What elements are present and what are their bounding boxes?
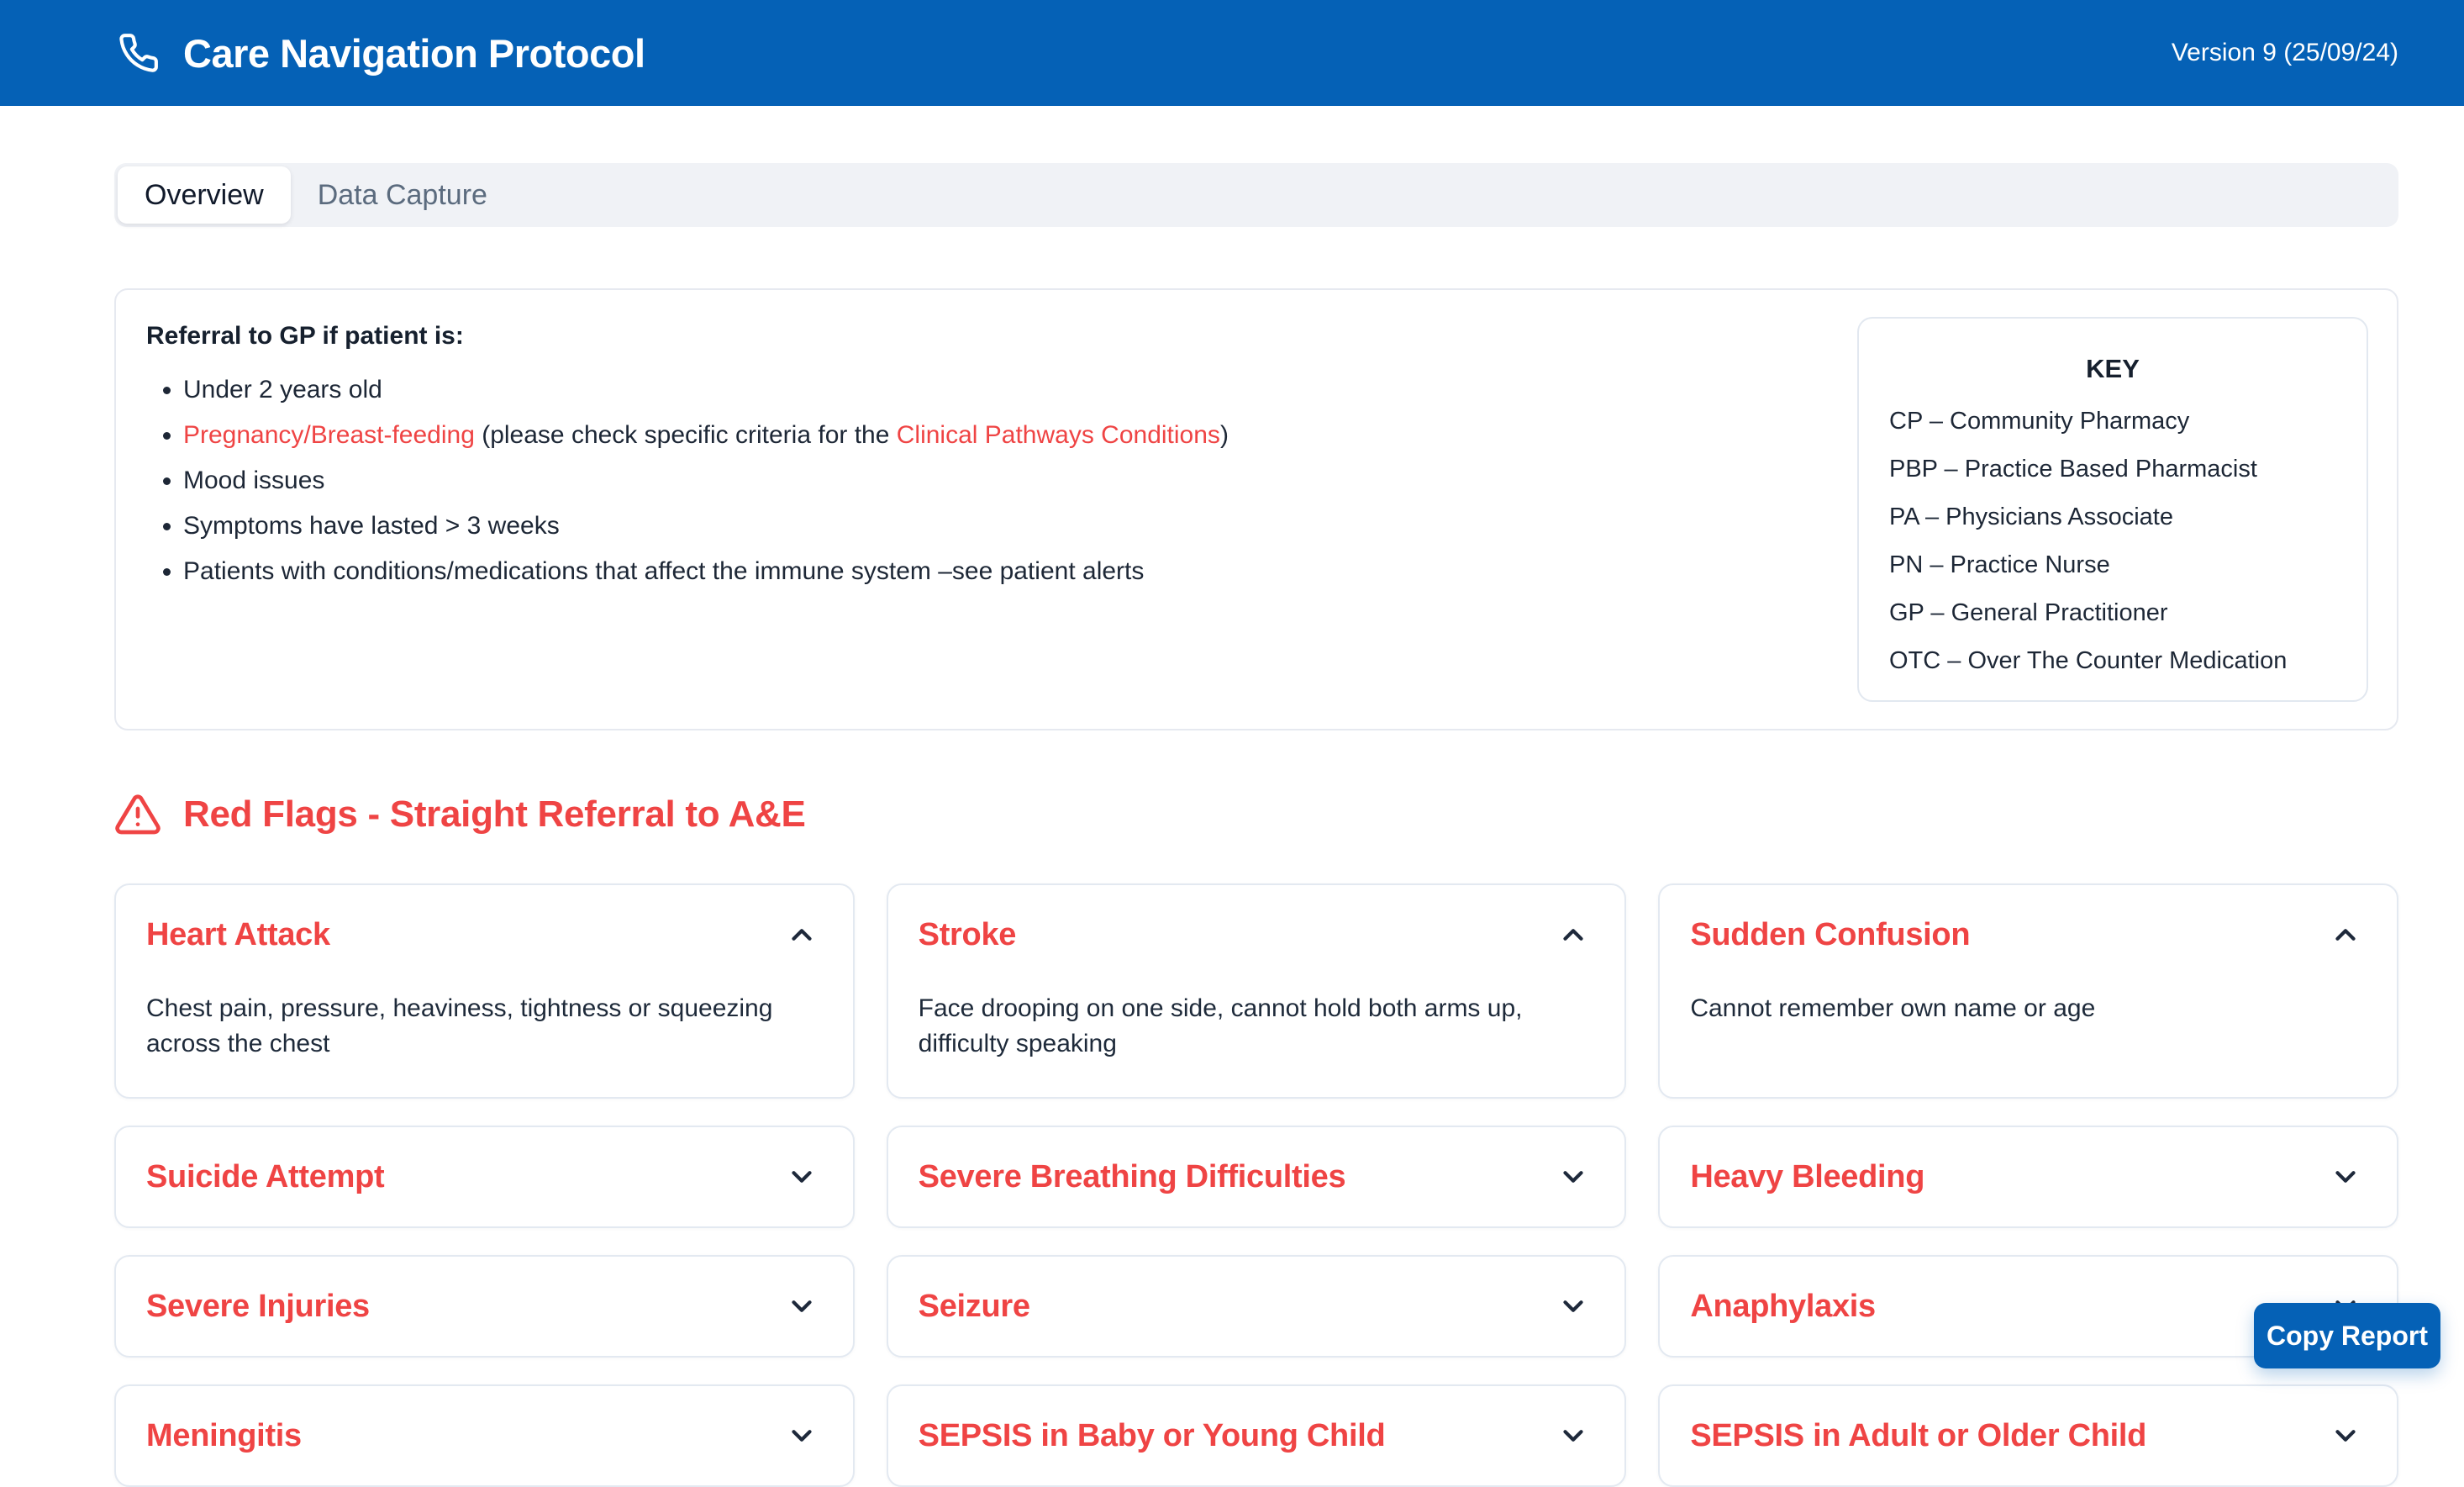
card-toggle[interactable]: SEPSIS in Baby or Young Child xyxy=(888,1386,1625,1485)
red-flag-card-suicide-attempt: Suicide Attempt xyxy=(114,1126,855,1228)
version-label: Version 9 (25/09/24) xyxy=(2172,39,2398,67)
main-content: Overview Data Capture Referral to GP if … xyxy=(0,106,2464,1487)
red-flag-card-sudden-confusion: Sudden Confusion Cannot remember own nam… xyxy=(1658,883,2398,1099)
inline-link[interactable]: Clinical Pathways Conditions xyxy=(897,421,1220,449)
tab-label: Overview xyxy=(145,179,264,212)
card-toggle[interactable]: Seizure xyxy=(888,1257,1625,1356)
key-title: KEY xyxy=(1889,354,2336,384)
copy-report-button[interactable]: Copy Report xyxy=(2254,1303,2440,1368)
red-flags-heading-text: Red Flags - Straight Referral to A&E xyxy=(183,794,806,836)
card-title: Seizure xyxy=(919,1289,1030,1325)
page-title: Care Navigation Protocol xyxy=(183,30,645,76)
card-title: Suicide Attempt xyxy=(146,1159,384,1195)
red-flag-card-heart-attack: Heart Attack Chest pain, pressure, heavi… xyxy=(114,883,855,1099)
inline-link[interactable]: Pregnancy/Breast-feeding xyxy=(183,421,475,449)
text-segment: (please check specific criteria for the xyxy=(475,421,897,449)
chevron-down-icon[interactable] xyxy=(2330,1420,2361,1452)
card-title: Anaphylaxis xyxy=(1690,1289,1876,1325)
referral-panel: Referral to GP if patient is: Under 2 ye… xyxy=(114,288,2398,730)
red-flag-card-meningitis: Meningitis xyxy=(114,1384,855,1487)
referral-list: Under 2 years old Pregnancy/Breast-feedi… xyxy=(146,376,1229,585)
card-title: Heart Attack xyxy=(146,917,330,953)
card-body: Chest pain, pressure, heaviness, tightne… xyxy=(116,984,853,1097)
chevron-up-icon[interactable] xyxy=(1557,919,1589,951)
key-entry: GP – General Practitioner xyxy=(1889,599,2336,627)
chevron-down-icon[interactable] xyxy=(1557,1290,1589,1322)
red-flags-section: Red Flags - Straight Referral to A&E Hea… xyxy=(114,791,2398,1487)
red-flag-card-sepsis-in-baby-or-young-child: SEPSIS in Baby or Young Child xyxy=(887,1384,1627,1487)
chevron-up-icon[interactable] xyxy=(786,919,818,951)
chevron-down-icon[interactable] xyxy=(2330,1161,2361,1193)
warning-icon xyxy=(114,791,161,838)
card-title: SEPSIS in Adult or Older Child xyxy=(1690,1418,2146,1454)
card-title: SEPSIS in Baby or Young Child xyxy=(919,1418,1386,1454)
card-body: Cannot remember own name or age xyxy=(1660,984,2397,1062)
referral-item: Symptoms have lasted > 3 weeks xyxy=(183,512,1229,540)
phone-icon xyxy=(118,32,160,74)
tab-overview[interactable]: Overview xyxy=(118,166,291,224)
card-toggle[interactable]: Meningitis xyxy=(116,1386,853,1485)
key-entry: PBP – Practice Based Pharmacist xyxy=(1889,456,2336,483)
referral-heading: Referral to GP if patient is: xyxy=(146,322,1229,351)
chevron-down-icon[interactable] xyxy=(786,1161,818,1193)
card-toggle[interactable]: Suicide Attempt xyxy=(116,1127,853,1226)
text-segment: Patients with conditions/medications tha… xyxy=(183,557,1144,585)
card-title: Stroke xyxy=(919,917,1016,953)
referral-item: Pregnancy/Breast-feeding (please check s… xyxy=(183,421,1229,449)
card-title: Sudden Confusion xyxy=(1690,917,1970,953)
card-toggle[interactable]: SEPSIS in Adult or Older Child xyxy=(1660,1386,2397,1485)
card-toggle[interactable]: Stroke xyxy=(888,885,1625,984)
chevron-down-icon[interactable] xyxy=(786,1420,818,1452)
referral-item: Under 2 years old xyxy=(183,376,1229,403)
key-entry: PA – Physicians Associate xyxy=(1889,504,2336,531)
key-entry: PN – Practice Nurse xyxy=(1889,551,2336,579)
card-toggle[interactable]: Severe Breathing Difficulties xyxy=(888,1127,1625,1226)
red-flag-card-severe-injuries: Severe Injuries xyxy=(114,1255,855,1358)
referral-info: Referral to GP if patient is: Under 2 ye… xyxy=(146,317,1229,603)
card-title: Severe Breathing Difficulties xyxy=(919,1159,1346,1195)
key-entries: CP – Community Pharmacy PBP – Practice B… xyxy=(1889,408,2336,675)
card-title: Heavy Bleeding xyxy=(1690,1159,1924,1195)
tab-data-capture[interactable]: Data Capture xyxy=(291,166,514,224)
card-body: Face drooping on one side, cannot hold b… xyxy=(888,984,1625,1097)
card-toggle[interactable]: Heart Attack xyxy=(116,885,853,984)
red-flag-card-severe-breathing-difficulties: Severe Breathing Difficulties xyxy=(887,1126,1627,1228)
chevron-down-icon[interactable] xyxy=(1557,1420,1589,1452)
key-entry: CP – Community Pharmacy xyxy=(1889,408,2336,435)
card-title: Meningitis xyxy=(146,1418,302,1454)
key-entry: OTC – Over The Counter Medication xyxy=(1889,647,2336,675)
red-flag-card-seizure: Seizure xyxy=(887,1255,1627,1358)
text-segment: Under 2 years old xyxy=(183,376,382,403)
chevron-up-icon[interactable] xyxy=(2330,919,2361,951)
red-flag-card-heavy-bleeding: Heavy Bleeding xyxy=(1658,1126,2398,1228)
tab-label: Data Capture xyxy=(318,179,487,212)
card-toggle[interactable]: Sudden Confusion xyxy=(1660,885,2397,984)
tab-bar: Overview Data Capture xyxy=(114,163,2398,227)
card-toggle[interactable]: Severe Injuries xyxy=(116,1257,853,1356)
red-flag-card-stroke: Stroke Face drooping on one side, cannot… xyxy=(887,883,1627,1099)
text-segment: Mood issues xyxy=(183,467,324,494)
chevron-down-icon[interactable] xyxy=(786,1290,818,1322)
red-flags-grid: Heart Attack Chest pain, pressure, heavi… xyxy=(114,883,2398,1487)
referral-item: Mood issues xyxy=(183,467,1229,494)
text-segment: ) xyxy=(1220,421,1229,449)
card-title: Severe Injuries xyxy=(146,1289,370,1325)
app-header: Care Navigation Protocol Version 9 (25/0… xyxy=(0,0,2464,106)
referral-item: Patients with conditions/medications tha… xyxy=(183,557,1229,585)
chevron-down-icon[interactable] xyxy=(1557,1161,1589,1193)
red-flag-card-sepsis-in-adult-or-older-child: SEPSIS in Adult or Older Child xyxy=(1658,1384,2398,1487)
card-toggle[interactable]: Heavy Bleeding xyxy=(1660,1127,2397,1226)
text-segment: Symptoms have lasted > 3 weeks xyxy=(183,512,560,540)
red-flags-heading: Red Flags - Straight Referral to A&E xyxy=(114,791,2398,838)
key-box: KEY CP – Community Pharmacy PBP – Practi… xyxy=(1857,317,2368,702)
